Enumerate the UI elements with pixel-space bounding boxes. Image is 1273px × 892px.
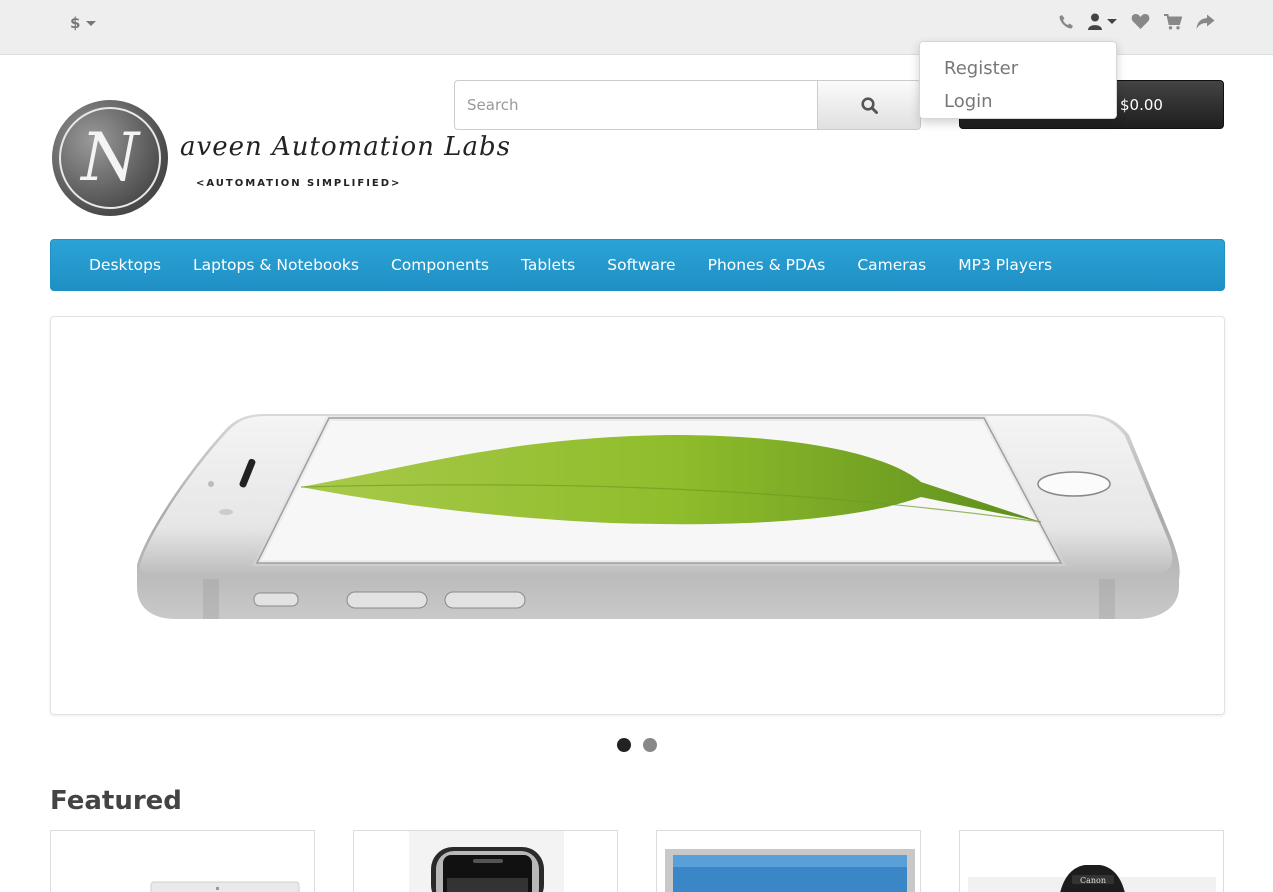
menu-item-cameras[interactable]: Cameras — [841, 239, 942, 291]
slide-dot-1[interactable] — [617, 738, 631, 752]
product-card[interactable]: Canon — [959, 830, 1224, 892]
chevron-down-icon — [1107, 19, 1117, 24]
logo-emblem: N — [52, 100, 168, 216]
menu-item-phones-pdas[interactable]: Phones & PDAs — [692, 239, 842, 291]
menu-item-laptops-notebooks[interactable]: Laptops & Notebooks — [177, 239, 375, 291]
search-button[interactable] — [817, 80, 921, 130]
heart-icon[interactable] — [1131, 13, 1150, 30]
search-bar — [454, 80, 921, 130]
search-input[interactable] — [454, 80, 817, 130]
chevron-down-icon — [86, 20, 97, 26]
account-dropdown-toggle[interactable] — [1088, 13, 1117, 30]
phone-icon[interactable] — [1058, 14, 1074, 30]
cart-icon[interactable] — [1164, 13, 1182, 30]
svg-text:Canon: Canon — [1080, 876, 1106, 885]
menu-item-tablets[interactable]: Tablets — [505, 239, 591, 291]
user-icon — [1088, 13, 1102, 30]
logo-name: aveen Automation Labs — [180, 132, 511, 162]
product-card[interactable] — [353, 830, 618, 892]
search-icon — [860, 96, 878, 114]
featured-heading: Featured — [50, 786, 182, 816]
product-image-monitor — [665, 849, 915, 892]
product-image-camera: Canon — [968, 865, 1216, 892]
slideshow[interactable] — [50, 316, 1225, 715]
account-dropdown-menu: Register Login — [919, 41, 1117, 119]
site-logo[interactable]: N aveen Automation Labs <AUTOMATION SIMP… — [50, 98, 510, 220]
product-card[interactable] — [656, 830, 921, 892]
product-image-iphone — [409, 831, 564, 892]
menu-item-mp3-players[interactable]: MP3 Players — [942, 239, 1068, 291]
slideshow-pagination — [617, 738, 657, 752]
product-card[interactable] — [50, 830, 315, 892]
logo-tagline: <AUTOMATION SIMPLIFIED> — [196, 178, 402, 189]
logo-letter: N — [81, 119, 139, 196]
cart-total: $0.00 — [1120, 95, 1163, 114]
slide-dot-2[interactable] — [643, 738, 657, 752]
top-links — [1058, 13, 1215, 30]
register-link[interactable]: Register — [920, 52, 1116, 85]
currency-dropdown[interactable]: $ — [70, 14, 97, 32]
menu-item-components[interactable]: Components — [375, 239, 505, 291]
login-link[interactable]: Login — [920, 85, 1116, 118]
product-image-laptop — [150, 881, 300, 892]
featured-products: Canon — [50, 830, 1225, 892]
menu-item-desktops[interactable]: Desktops — [73, 239, 177, 291]
slide-image-iphone — [137, 414, 1180, 619]
menu-item-software[interactable]: Software — [591, 239, 691, 291]
main-menu: Desktops Laptops & Notebooks Components … — [50, 239, 1225, 291]
currency-symbol: $ — [70, 14, 81, 32]
share-icon[interactable] — [1196, 14, 1215, 30]
